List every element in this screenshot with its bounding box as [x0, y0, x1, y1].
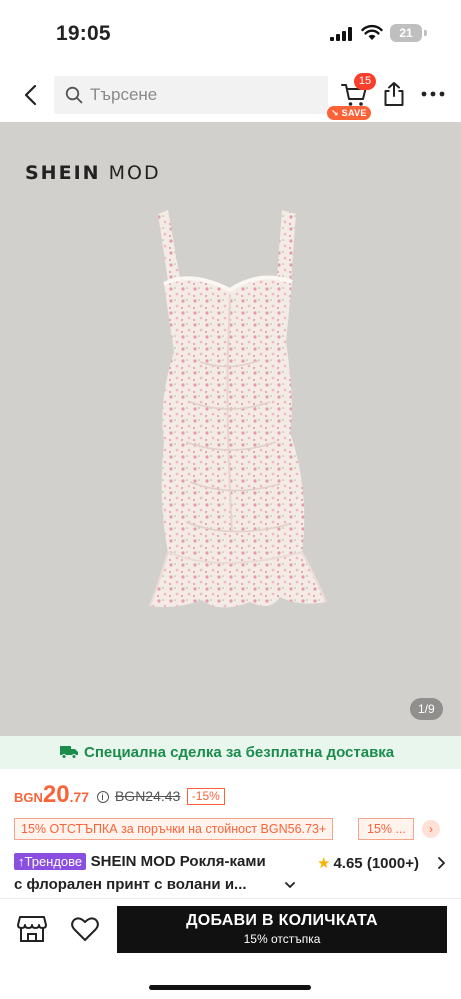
cellular-signal-icon	[330, 27, 352, 41]
add-to-cart-sublabel: 15% отстъпка	[243, 932, 321, 946]
product-title: ↑Трендове SHEIN MOD Рокля-ками	[14, 853, 314, 871]
chevron-right-icon[interactable]: ›	[422, 820, 440, 838]
home-indicator	[149, 985, 311, 990]
promo-coupon-short[interactable]: 15% ...	[358, 818, 414, 840]
product-image	[149, 210, 327, 608]
free-shipping-banner[interactable]: Специална сделка за безплатна доставка	[0, 736, 461, 769]
rating-value: 4.65	[333, 855, 363, 872]
heart-icon[interactable]	[70, 915, 100, 943]
top-navigation: Търсене 15 ↘ SAVE	[0, 68, 461, 122]
battery-indicator: 21	[390, 24, 422, 42]
shipping-text: Специална сделка за безплатна доставка	[84, 744, 395, 761]
store-icon[interactable]	[16, 914, 48, 944]
image-pager: 1/9	[410, 698, 443, 720]
bottom-action-bar: ДОБАВИ В КОЛИЧКАТА 15% отстъпка	[0, 898, 461, 999]
share-icon[interactable]	[382, 81, 406, 107]
save-label: SAVE	[341, 108, 367, 118]
product-title-line2[interactable]: с флорален принт с волани и...	[14, 876, 247, 893]
back-icon[interactable]	[18, 82, 44, 108]
discount-badge: -15%	[186, 788, 225, 805]
add-to-cart-button[interactable]: ДОБАВИ В КОЛИЧКАТА 15% отстъпка	[117, 906, 447, 953]
promo-coupon[interactable]: 15% ОТСТЪПКА за поръчки на стойност BGN5…	[14, 818, 334, 840]
add-to-cart-label: ДОБАВИ В КОЛИЧКАТА	[186, 912, 378, 929]
cart-count-badge: 15	[354, 73, 376, 90]
product-image-gallery[interactable]: SHEIN MOD 1/9	[0, 122, 461, 736]
save-badge: ↘ SAVE	[327, 106, 371, 120]
trend-badge: ↑Трендове	[14, 853, 87, 870]
search-input[interactable]: Търсене	[54, 76, 328, 114]
chevron-down-icon[interactable]	[283, 878, 297, 892]
price-integer: 20	[42, 781, 70, 808]
wifi-icon	[361, 24, 383, 40]
status-time: 19:05	[56, 22, 111, 45]
battery-tip	[424, 30, 427, 36]
rating[interactable]: ★ 4.65 (1000+)	[317, 854, 419, 872]
price-decimal: .77	[69, 789, 90, 805]
trend-label: Трендове	[24, 854, 83, 869]
search-icon	[65, 86, 83, 104]
truck-icon	[60, 746, 78, 759]
price-row: BGN20.77 i BGN24.43 -15%	[14, 781, 225, 809]
star-icon: ★	[317, 855, 331, 872]
brand-suffix: MOD	[108, 162, 161, 184]
chevron-right-icon[interactable]	[436, 856, 448, 870]
more-icon[interactable]	[420, 84, 446, 104]
product-title-line1: SHEIN MOD Рокля-ками	[90, 853, 266, 870]
review-count: (1000+)	[366, 855, 419, 872]
price-currency: BGN	[14, 790, 43, 805]
original-price: BGN24.43	[114, 788, 181, 804]
search-placeholder: Търсене	[90, 85, 158, 104]
info-icon[interactable]: i	[96, 791, 109, 803]
status-bar: 19:05 21	[0, 0, 461, 68]
brand-prefix: SHEIN	[25, 162, 101, 184]
brand-logo: SHEIN MOD	[25, 162, 161, 184]
